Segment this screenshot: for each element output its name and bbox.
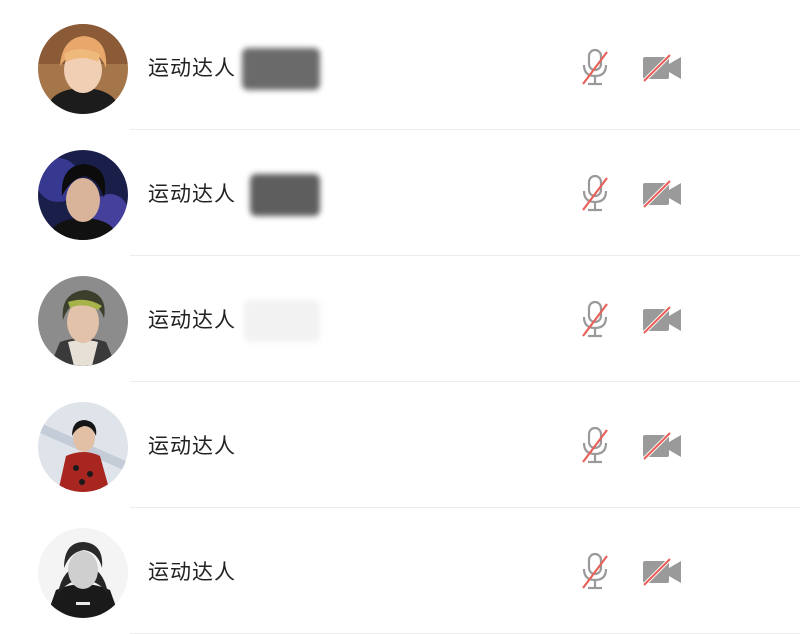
microphone-muted-icon[interactable] bbox=[577, 174, 613, 214]
redacted-name-blur bbox=[242, 48, 320, 90]
participant-name: 运动达人 bbox=[148, 308, 236, 332]
avatar bbox=[38, 150, 128, 240]
participant-row[interactable]: 运动达人 bbox=[0, 4, 800, 130]
redacted-name-blur bbox=[250, 174, 320, 216]
participant-name: 运动达人 bbox=[148, 434, 236, 458]
microphone-muted-icon[interactable] bbox=[577, 300, 613, 340]
participant-name: 运动达人 bbox=[148, 56, 236, 80]
avatar bbox=[38, 402, 128, 492]
microphone-muted-icon[interactable] bbox=[577, 426, 613, 466]
camera-off-icon[interactable] bbox=[641, 174, 685, 214]
avatar bbox=[38, 276, 128, 366]
microphone-muted-icon[interactable] bbox=[577, 48, 613, 88]
avatar bbox=[38, 528, 128, 618]
microphone-muted-icon[interactable] bbox=[577, 552, 613, 592]
participant-list: 运动达人 运动达人 运动达人 运动达人 运动达人 bbox=[0, 0, 800, 634]
participant-row[interactable]: 运动达人 bbox=[0, 130, 800, 256]
participant-name: 运动达人 bbox=[148, 560, 236, 584]
participant-row[interactable]: 运动达人 bbox=[0, 256, 800, 382]
participant-name: 运动达人 bbox=[148, 182, 236, 206]
participant-row[interactable]: 运动达人 bbox=[0, 382, 800, 508]
camera-off-icon[interactable] bbox=[641, 426, 685, 466]
camera-off-icon[interactable] bbox=[641, 552, 685, 592]
redacted-name-blur bbox=[244, 300, 320, 342]
camera-off-icon[interactable] bbox=[641, 48, 685, 88]
camera-off-icon[interactable] bbox=[641, 300, 685, 340]
avatar bbox=[38, 24, 128, 114]
participant-row[interactable]: 运动达人 bbox=[0, 508, 800, 634]
